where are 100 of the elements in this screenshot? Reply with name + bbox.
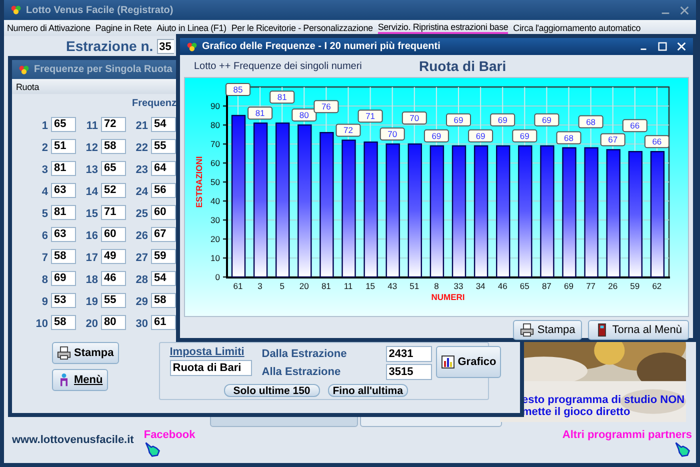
frequency-field[interactable]: 64 — [151, 160, 176, 176]
number-label: 28 — [134, 273, 148, 286]
menu-item[interactable]: Numero di Attivazione — [7, 23, 90, 33]
data-label: 68 — [564, 132, 574, 143]
number-label: 22 — [134, 141, 148, 154]
frequency-field[interactable]: 71 — [101, 204, 126, 220]
y-tick-label: 40 — [210, 196, 220, 206]
frequency-field[interactable]: 63 — [51, 182, 76, 198]
number-label: 10 — [34, 317, 48, 330]
x-tick-label: 87 — [542, 281, 552, 291]
y-tick-label: 80 — [210, 120, 220, 130]
frequency-field[interactable]: 56 — [151, 182, 176, 198]
pointing-hand-icon — [674, 441, 692, 457]
menu-item[interactable]: Circa l'aggiornamento automatico — [513, 23, 641, 33]
print-button[interactable]: Stampa — [513, 320, 582, 340]
frequency-field[interactable]: 60 — [151, 204, 176, 220]
from-field[interactable]: 2431 — [386, 346, 432, 362]
last-150-button[interactable]: Solo ultime 150 — [224, 384, 320, 397]
from-label: Dalla Estrazione — [262, 348, 347, 360]
frequency-field[interactable]: 81 — [51, 160, 76, 176]
frequency-field[interactable]: 58 — [151, 292, 176, 308]
frequency-field[interactable]: 46 — [101, 270, 126, 286]
number-label: 5 — [40, 207, 48, 220]
clover-icon — [18, 64, 30, 76]
frequency-field[interactable]: 49 — [101, 248, 126, 264]
to-field[interactable]: 3515 — [386, 364, 432, 380]
frequency-field[interactable]: 54 — [151, 270, 176, 286]
x-tick-label: 59 — [630, 281, 640, 291]
y-tick-label: 50 — [210, 177, 220, 187]
frequency-field[interactable]: 59 — [151, 248, 176, 264]
frequency-field[interactable]: 58 — [51, 314, 76, 330]
data-label: 66 — [622, 119, 648, 132]
back-to-menu-button[interactable]: Torna al Menù — [588, 320, 689, 340]
data-label: 81 — [248, 106, 273, 120]
frequency-field[interactable]: 72 — [101, 116, 126, 132]
window-title: Frequenze per Singola Ruota — [34, 64, 172, 75]
data-label: 72 — [344, 125, 354, 136]
frequency-field[interactable]: 63 — [51, 226, 76, 242]
x-tick-label: 34 — [476, 281, 486, 291]
number-label: 30 — [134, 317, 148, 330]
frequency-field[interactable]: 53 — [51, 292, 76, 308]
print-button[interactable]: Stampa — [52, 342, 119, 364]
draw-number-field[interactable]: 35 — [157, 38, 174, 54]
number-label: 24 — [134, 185, 148, 198]
menu-button[interactable]: Menù — [52, 369, 108, 391]
frequency-field[interactable]: 80 — [101, 314, 126, 330]
maximize-icon[interactable] — [657, 41, 668, 52]
x-tick-label: 69 — [564, 281, 574, 291]
bar-chart-icon — [440, 355, 455, 369]
frequency-field[interactable]: 81 — [51, 204, 76, 220]
menu-item[interactable]: Per le Ricevitorie - Personalizzazione — [231, 23, 373, 33]
data-label: 70 — [410, 113, 420, 123]
data-label: 69 — [454, 114, 464, 125]
x-tick-label: 81 — [321, 281, 331, 291]
menu-item[interactable]: Ruota — [16, 82, 40, 92]
frequency-field[interactable]: 67 — [151, 226, 176, 242]
frequency-field[interactable]: 51 — [51, 138, 76, 154]
frequency-field[interactable]: 60 — [101, 226, 126, 242]
x-axis-title: NUMERI — [431, 292, 465, 302]
to-label: Alla Estrazione — [262, 366, 341, 378]
x-tick-label: 43 — [388, 281, 398, 291]
x-tick-label: 46 — [498, 281, 508, 291]
menu-item[interactable]: Pagine in Rete — [95, 23, 152, 33]
data-label: 85 — [233, 84, 243, 94]
frequency-field[interactable]: 52 — [101, 182, 126, 198]
chart-button[interactable]: Grafico — [436, 346, 502, 378]
data-label: 69 — [476, 130, 486, 141]
data-label: 69 — [490, 113, 516, 126]
until-last-button[interactable]: Fino all'ultima — [328, 384, 408, 397]
frequency-field[interactable]: 58 — [51, 248, 76, 264]
frequency-field[interactable]: 61 — [151, 314, 176, 330]
number-label: 21 — [134, 119, 148, 132]
frequency-field[interactable]: 58 — [101, 138, 126, 154]
frequency-field[interactable]: 55 — [101, 292, 126, 308]
data-label: 68 — [578, 115, 604, 128]
x-tick-label: 3 — [258, 281, 262, 291]
number-label: 29 — [134, 295, 148, 308]
frequency-field[interactable]: 65 — [51, 116, 76, 132]
website-link[interactable]: www.lottovenusfacile.it — [12, 434, 134, 446]
number-label: 4 — [40, 185, 48, 198]
data-label: 67 — [600, 133, 626, 146]
wheel-field[interactable]: Ruota di Bari — [170, 360, 252, 376]
number-label: 9 — [40, 295, 48, 308]
frequency-field[interactable]: 54 — [151, 116, 176, 132]
number-label: 6 — [40, 229, 48, 242]
y-axis-title: ESTRAZIONI — [194, 156, 204, 208]
data-label: 69 — [520, 130, 530, 141]
x-tick-label: 11 — [344, 281, 353, 291]
data-label: 70 — [380, 128, 405, 140]
number-label: 26 — [134, 229, 148, 242]
frequency-field[interactable]: 65 — [101, 160, 126, 176]
menu-item[interactable]: Aiuto in Linea (F1) — [156, 23, 226, 33]
data-label: 69 — [542, 114, 552, 125]
data-label: 71 — [366, 111, 376, 122]
data-label: 80 — [299, 110, 310, 120]
data-label: 69 — [446, 113, 471, 126]
frequency-field[interactable]: 69 — [51, 270, 76, 286]
window-title: Grafico delle Frequenze - I 20 numeri più frequenti — [202, 41, 440, 52]
limits-link[interactable]: Imposta Limiti — [170, 346, 262, 358]
frequency-field[interactable]: 55 — [151, 138, 176, 154]
